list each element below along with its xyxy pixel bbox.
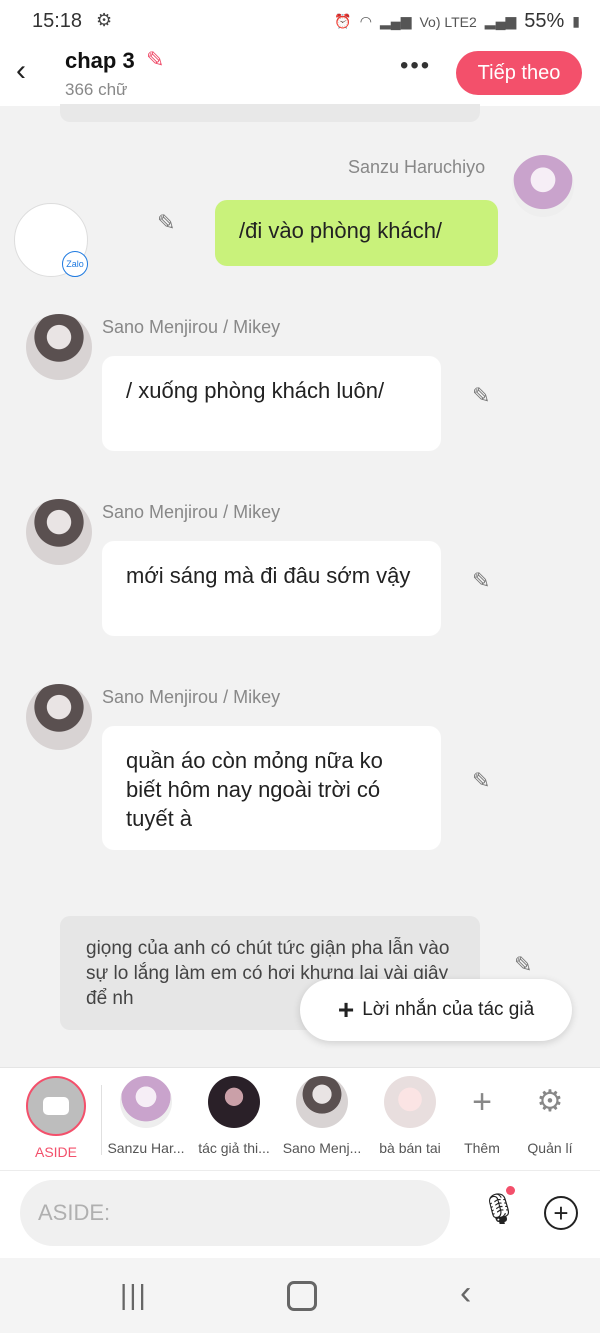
- home-icon[interactable]: [287, 1281, 317, 1311]
- network-label: Vo) LTE2: [419, 13, 477, 30]
- character-label: Sano Menj...: [282, 1140, 362, 1156]
- speaker-name: Sanzu Haruchiyo: [348, 157, 486, 177]
- character-label: Sanzu Har...: [107, 1140, 185, 1156]
- add-circle-icon[interactable]: +: [544, 1196, 578, 1230]
- manage-characters-button[interactable]: ⚙ Quản lí: [502, 1076, 598, 1156]
- message-bubble[interactable]: /đi vào phòng khách/: [215, 200, 498, 266]
- avatar[interactable]: [26, 499, 92, 565]
- chapter-title: chap 3: [65, 48, 135, 73]
- more-options-icon[interactable]: •••: [400, 52, 431, 80]
- settings-gear-icon: ⚙: [96, 10, 113, 30]
- character-item[interactable]: tác giả thi...: [186, 1076, 282, 1156]
- edit-message-pencil-icon[interactable]: ✎: [472, 568, 490, 594]
- notification-dot: [506, 1186, 515, 1195]
- status-time: 15:18: [32, 10, 83, 32]
- author-note-label: Lời nhắn của tác giả: [362, 999, 535, 1020]
- character-label: tác giả thi...: [198, 1140, 270, 1156]
- speaker-name: Sano Menjirou / Mikey: [102, 502, 281, 522]
- edit-message-pencil-icon[interactable]: ✎: [472, 768, 490, 794]
- speaker-name: Sano Menjirou / Mikey: [102, 317, 281, 337]
- message-input[interactable]: ASIDE:: [20, 1180, 450, 1246]
- battery-icon: ▮: [572, 13, 580, 29]
- signal-icon-2: ▂▄▆: [484, 13, 517, 29]
- avatar: [296, 1076, 348, 1128]
- character-aside[interactable]: ASIDE: [8, 1076, 104, 1160]
- avatar[interactable]: [512, 155, 574, 217]
- signal-icon: ▂▄▆: [380, 13, 412, 29]
- message-bubble[interactable]: / xuống phòng khách luôn/: [102, 356, 441, 451]
- avatar: [384, 1076, 436, 1128]
- edit-message-pencil-icon[interactable]: ✎: [157, 210, 175, 236]
- gear-icon: ⚙: [536, 1085, 564, 1118]
- back-icon[interactable]: ‹: [460, 1274, 471, 1313]
- character-label: ASIDE: [34, 1144, 77, 1160]
- recent-apps-icon[interactable]: |||: [120, 1279, 148, 1311]
- alarm-icon: ⏰: [334, 13, 352, 29]
- microphone-icon[interactable]: 🎙: [480, 1192, 518, 1227]
- battery-percent: 55%: [524, 10, 565, 32]
- edit-title-pencil-icon[interactable]: ✎: [146, 47, 164, 73]
- avatar[interactable]: [26, 314, 92, 380]
- back-arrow-icon[interactable]: ‹: [16, 54, 26, 88]
- status-indicators: ⏰ ◠ ▂▄▆ Vo) LTE2 ▂▄▆ 55% ▮: [334, 10, 580, 33]
- avatar[interactable]: [26, 684, 92, 750]
- manage-label: Quản lí: [527, 1140, 573, 1156]
- wifi-icon: ◠: [359, 13, 373, 29]
- avatar: [208, 1076, 260, 1128]
- aside-icon: [26, 1076, 86, 1136]
- edit-aside-pencil-icon[interactable]: ✎: [514, 952, 532, 978]
- character-item[interactable]: Sanzu Har...: [98, 1076, 194, 1156]
- speaker-name: Sano Menjirou / Mikey: [102, 687, 281, 707]
- character-item[interactable]: Sano Menj...: [274, 1076, 370, 1156]
- previous-card-edge: [60, 104, 480, 122]
- plus-icon: +: [337, 994, 355, 1025]
- avatar: [120, 1076, 172, 1128]
- message-bubble[interactable]: quần áo còn mỏng nữa ko biết hôm nay ngo…: [102, 726, 441, 850]
- zalo-badge-icon: Zalo: [62, 251, 88, 277]
- edit-message-pencil-icon[interactable]: ✎: [472, 383, 490, 409]
- next-chapter-button[interactable]: Tiếp theo: [456, 51, 582, 95]
- author-note-button[interactable]: + Lời nhắn của tác giả: [300, 979, 572, 1041]
- word-count: 366 chữ: [65, 80, 128, 99]
- message-bubble[interactable]: mới sáng mà đi đâu sớm vậy: [102, 541, 441, 636]
